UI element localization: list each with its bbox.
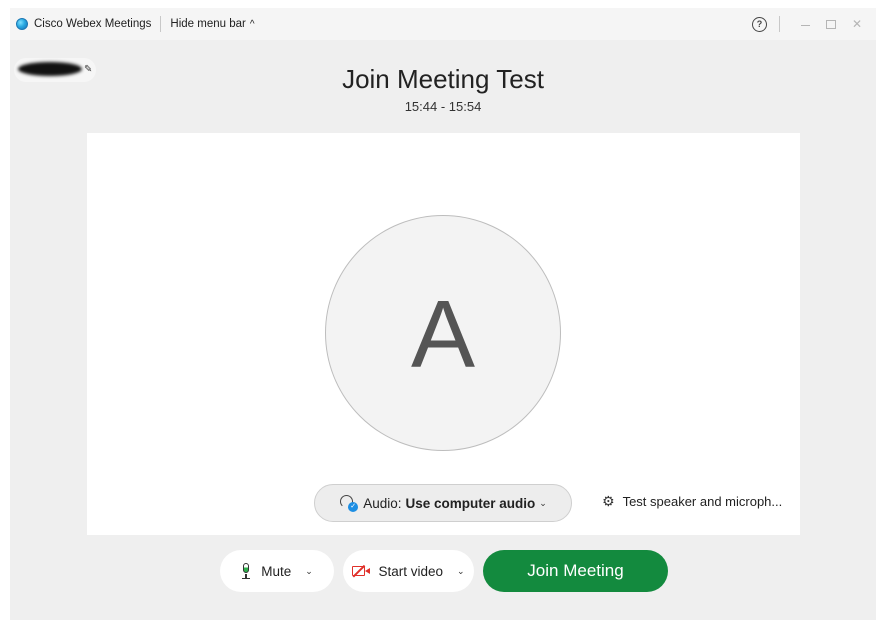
maximize-button[interactable] [818,14,844,34]
close-icon: ✕ [851,17,863,31]
headset-check-icon: ✓ [339,494,359,512]
maximize-icon [826,19,836,29]
audio-value: Use computer audio [405,495,536,511]
window-controls-divider [779,16,780,32]
mute-options-chevron-icon[interactable]: ⌄ [305,566,313,577]
hide-menu-bar-label: Hide menu bar [170,18,246,30]
mute-label: Mute [261,563,292,579]
minimize-button[interactable] [792,14,818,34]
webex-window: Cisco Webex Meetings Hide menu bar ^ ? ✕… [10,8,876,620]
app-name: Cisco Webex Meetings [34,18,152,30]
audio-connection-button[interactable]: ✓ Audio: Use computer audio ⌄ [314,484,572,522]
meeting-title: Join Meeting Test [342,64,544,94]
start-video-label: Start video [378,563,443,579]
test-speaker-microphone-button[interactable]: ⚙ Test speaker and microph... [602,493,782,510]
mute-button[interactable]: Mute ⌄ [220,550,334,592]
video-options-chevron-icon[interactable]: ⌄ [457,566,465,577]
audio-label: Audio: [363,495,402,511]
meeting-time: 15:44 - 15:54 [404,99,482,114]
join-meeting-button[interactable]: Join Meeting [483,550,668,592]
microphone-icon [241,563,251,580]
test-speaker-label: Test speaker and microph... [622,494,783,509]
video-preview-panel: A ✓ Audio: Use computer audio ⌄ ⚙ Test s… [87,133,800,535]
title-bar: Cisco Webex Meetings Hide menu bar ^ ? ✕ [10,8,876,40]
chevron-up-icon: ^ [249,18,255,30]
avatar-initial: A [410,281,476,388]
gear-icon: ⚙ [602,493,615,509]
avatar: A [325,215,561,451]
title-bar-divider [160,16,162,32]
webex-logo-icon [16,18,28,30]
minimize-icon [800,24,810,26]
video-off-icon [352,564,372,578]
close-button[interactable]: ✕ [844,14,870,34]
start-video-button[interactable]: Start video ⌄ [343,550,474,592]
hide-menu-bar-button[interactable]: Hide menu bar ^ [170,18,254,30]
chevron-down-icon: ⌄ [539,497,547,508]
window-controls: ? ✕ [752,8,870,40]
help-icon[interactable]: ? [752,16,767,32]
